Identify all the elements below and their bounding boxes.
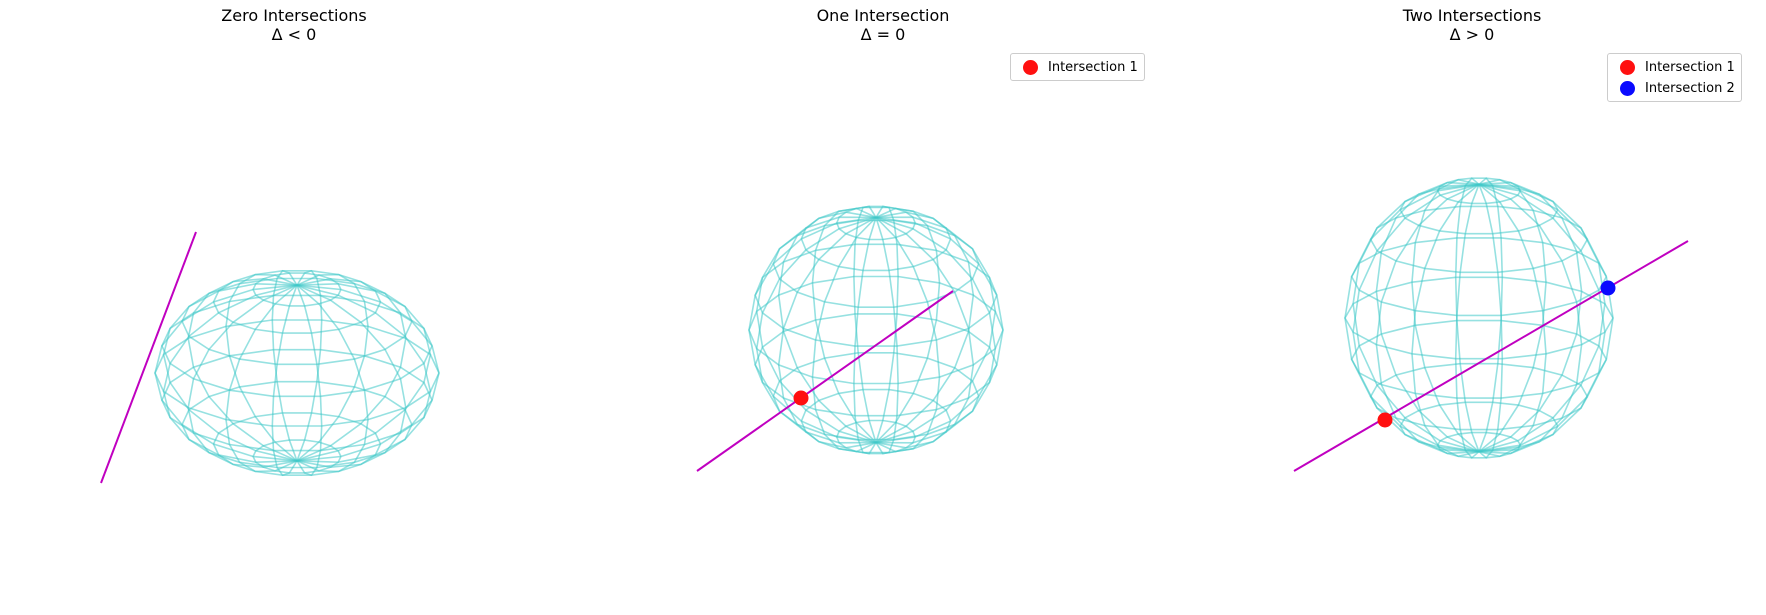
3d-scene: [696, 205, 1004, 472]
sphere-meridian: [1478, 183, 1583, 455]
sphere-latitude: [754, 313, 998, 417]
sphere-latitude: [835, 205, 916, 241]
3d-scene: [100, 231, 440, 484]
red-dot-icon: [1023, 60, 1038, 75]
legend-item: Intersection 1: [1614, 57, 1735, 78]
sphere-meridian: [187, 284, 298, 469]
legend: Intersection 1: [1010, 53, 1145, 81]
sphere-meridian: [296, 277, 407, 462]
sphere-meridian: [271, 269, 298, 462]
sphere-latitude: [1369, 362, 1589, 431]
sphere-wireframe: [154, 269, 440, 477]
legend: Intersection 1 Intersection 2: [1607, 53, 1742, 102]
sphere-meridian: [296, 269, 323, 462]
legend-item: Intersection 2: [1614, 78, 1735, 99]
intersection-point-2: [1600, 280, 1616, 296]
sphere-meridian: [271, 284, 298, 477]
intersection-point-1: [793, 390, 809, 406]
legend-label: Intersection 2: [1645, 81, 1735, 96]
panel-one-intersection: One Intersection Δ = 0 Intersection 1: [589, 0, 1177, 615]
legend-item: Intersection 1: [1017, 57, 1138, 78]
sphere-latitude: [212, 412, 382, 476]
sphere-meridian: [1375, 181, 1480, 453]
legend-label: Intersection 1: [1645, 60, 1735, 75]
sphere-wireframe: [748, 205, 1004, 455]
red-dot-icon: [1620, 60, 1635, 75]
panel-two-intersections: Two Intersections Δ > 0 Intersection 1 I…: [1178, 0, 1766, 615]
line-segment: [100, 231, 197, 484]
legend-label: Intersection 1: [1048, 60, 1138, 75]
panel-zero-intersections: Zero Intersections Δ < 0: [0, 0, 588, 615]
sphere-latitude: [754, 243, 998, 347]
sphere-meridian: [1478, 181, 1583, 453]
sphere-meridian: [296, 284, 323, 477]
sphere-latitude: [212, 270, 382, 334]
blue-dot-icon: [1620, 81, 1635, 96]
sphere-meridian: [296, 284, 407, 469]
sphere-latitude: [154, 319, 440, 427]
sphere-latitude: [835, 419, 916, 455]
intersection-point-1: [1377, 412, 1393, 428]
sphere-meridian: [187, 277, 298, 462]
